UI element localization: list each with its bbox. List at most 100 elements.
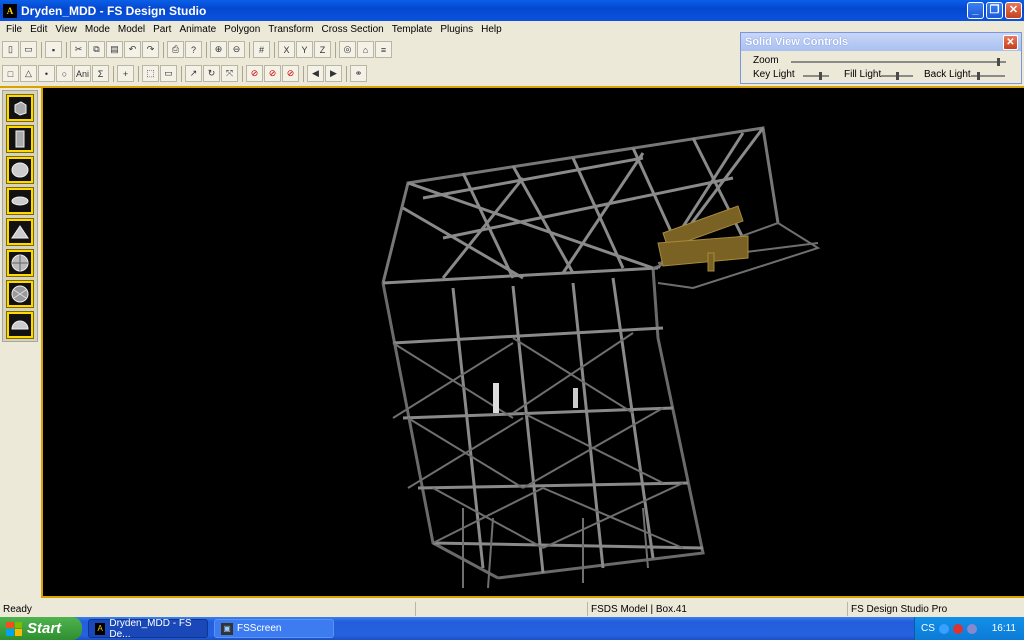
taskbar-item-fsscreen[interactable]: ▣ FSScreen (214, 619, 334, 638)
view-icon[interactable]: ◎ (339, 41, 356, 58)
edit-toolbar: □ △ • ○ Ani Σ + ⬚ ▭ ↗ ↻ ⤧ ⊘ ⊘ ⊘ ◀ ▶ ⚭ (2, 63, 368, 84)
title-bar: A Dryden_MDD - FS Design Studio _ ❐ ✕ (0, 0, 1024, 21)
stop-icon[interactable]: ⊘ (246, 65, 263, 82)
taskbar-item-fsscreen-label: FSScreen (237, 623, 282, 634)
zoom-out-icon[interactable]: ⊖ (228, 41, 245, 58)
key-light-slider[interactable] (803, 72, 829, 80)
status-ready: Ready (3, 603, 32, 615)
status-product: FS Design Studio Pro (847, 602, 1024, 616)
menu-polygon[interactable]: Polygon (220, 24, 264, 35)
menu-view[interactable]: View (51, 24, 81, 35)
menu-help[interactable]: Help (477, 24, 506, 35)
tray-security-icon[interactable] (952, 623, 963, 634)
next-icon[interactable]: ▶ (325, 65, 342, 82)
geosphere-icon[interactable] (6, 249, 34, 277)
fill-light-slider-thumb[interactable] (896, 72, 899, 80)
zoom-slider[interactable] (791, 58, 1006, 66)
stop2-icon[interactable]: ⊘ (264, 65, 281, 82)
cylinder-icon[interactable] (6, 125, 34, 153)
minimize-button[interactable]: _ (967, 2, 984, 19)
save-icon[interactable]: ▪ (45, 41, 62, 58)
zoom-slider-thumb[interactable] (997, 58, 1000, 66)
textured-sphere-icon[interactable] (6, 280, 34, 308)
home-icon[interactable]: ⌂ (357, 41, 374, 58)
fsds-app-icon[interactable]: A (3, 3, 17, 18)
add-icon[interactable]: + (117, 65, 134, 82)
close-button[interactable]: ✕ (1005, 2, 1022, 19)
cut-icon[interactable]: ✂ (70, 41, 87, 58)
triangle-icon[interactable]: △ (20, 65, 37, 82)
menu-cross-section[interactable]: Cross Section (318, 24, 388, 35)
start-button[interactable]: Start (0, 617, 82, 640)
zoom-label: Zoom (753, 55, 779, 66)
status-bar: Ready FSDS Model | Box.41 FS Design Stud… (0, 602, 1024, 616)
svc-title: Solid View Controls (741, 33, 1021, 51)
taskbar-item-fsds[interactable]: A Dryden_MDD - FS De... (88, 617, 208, 640)
align-y-icon[interactable]: Y (296, 41, 313, 58)
key-light-label: Key Light (753, 69, 795, 80)
circle-icon[interactable]: ○ (56, 65, 73, 82)
menu-edit[interactable]: Edit (26, 24, 51, 35)
open-icon[interactable]: ▭ (20, 41, 37, 58)
menu-model[interactable]: Model (114, 24, 149, 35)
svc-close-button[interactable]: ✕ (1003, 35, 1018, 50)
select-icon[interactable]: □ (2, 65, 19, 82)
redo-arrow-icon[interactable]: ↻ (203, 65, 220, 82)
menu-mode[interactable]: Mode (81, 24, 114, 35)
ruler-icon[interactable]: ▭ (160, 65, 177, 82)
primitive-shapes-panel (2, 90, 38, 342)
undo-icon[interactable]: ↶ (124, 41, 141, 58)
copy-icon[interactable]: ⧉ (88, 41, 105, 58)
fsscreen-task-icon: ▣ (221, 622, 233, 635)
menu-template[interactable]: Template (388, 24, 437, 35)
menu-transform[interactable]: Transform (264, 24, 317, 35)
pyramid-icon[interactable] (6, 218, 34, 246)
sphere-icon[interactable] (6, 156, 34, 184)
ani-icon[interactable]: Ani (74, 65, 91, 82)
main-toolbar: ▯ ▭ ▪ ✂ ⧉ ▤ ↶ ↷ ⎙ ? ⊕ ⊖ # X Y Z ◎ ⌂ ≡ (2, 39, 393, 60)
3d-viewport[interactable] (41, 88, 1024, 598)
frame-icon[interactable]: ≡ (375, 41, 392, 58)
grid-icon[interactable]: # (253, 41, 270, 58)
align-z-icon[interactable]: Z (314, 41, 331, 58)
back-light-slider-thumb[interactable] (977, 72, 980, 80)
restore-button[interactable]: ❐ (986, 2, 1003, 19)
menu-animate[interactable]: Animate (175, 24, 220, 35)
taskbar-item-fsds-label: Dryden_MDD - FS De... (109, 617, 192, 640)
prev-icon[interactable]: ◀ (307, 65, 324, 82)
ellipse-icon[interactable] (6, 187, 34, 215)
hemisphere-icon[interactable] (6, 311, 34, 339)
back-light-slider[interactable] (971, 72, 1005, 80)
tray-network-icon[interactable] (938, 623, 949, 634)
align-x-icon[interactable]: X (278, 41, 295, 58)
start-label: Start (27, 620, 62, 637)
fsds-task-icon: A (95, 622, 106, 635)
paste-icon[interactable]: ▤ (106, 41, 123, 58)
key-light-slider-thumb[interactable] (819, 72, 822, 80)
print-icon[interactable]: ⎙ (167, 41, 184, 58)
box-select-icon[interactable]: ⬚ (142, 65, 159, 82)
zoom-in-icon[interactable]: ⊕ (210, 41, 227, 58)
taskbar: Start A Dryden_MDD - FS De... ▣ FSScreen… (0, 617, 1024, 640)
stop3-icon[interactable]: ⊘ (282, 65, 299, 82)
new-icon[interactable]: ▯ (2, 41, 19, 58)
menu-part[interactable]: Part (149, 24, 175, 35)
windows-flag-icon (6, 621, 22, 636)
status-empty (415, 602, 587, 616)
help-icon[interactable]: ? (185, 41, 202, 58)
tray-volume-icon[interactable] (966, 623, 977, 634)
rotate-icon[interactable]: ↗ (185, 65, 202, 82)
clock[interactable]: 16:11 (992, 623, 1016, 634)
tray-language[interactable]: CS (921, 623, 935, 634)
sum-icon[interactable]: Σ (92, 65, 109, 82)
menu-file[interactable]: File (2, 24, 26, 35)
binoculars-icon[interactable]: ⚭ (350, 65, 367, 82)
scale-icon[interactable]: ⤧ (221, 65, 238, 82)
point-icon[interactable]: • (38, 65, 55, 82)
menu-plugins[interactable]: Plugins (436, 24, 477, 35)
status-model: FSDS Model | Box.41 (587, 602, 847, 616)
fill-light-label: Fill Light (844, 69, 882, 80)
fill-light-slider[interactable] (881, 72, 913, 80)
cube-icon[interactable] (6, 94, 34, 122)
redo-icon[interactable]: ↷ (142, 41, 159, 58)
